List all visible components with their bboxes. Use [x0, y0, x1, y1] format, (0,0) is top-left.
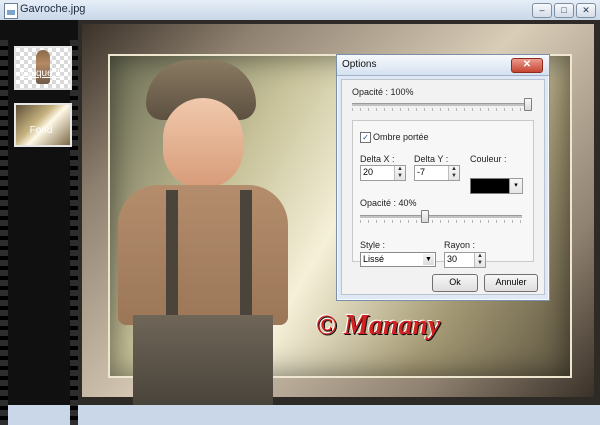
signature-watermark: © Manany — [316, 310, 441, 341]
ok-button[interactable]: Ok — [432, 274, 478, 292]
delta-y-spinbox[interactable]: -7 ▲ ▼ — [414, 165, 460, 181]
suspender-right — [240, 190, 252, 325]
delta-y-spin-arrows[interactable]: ▲ ▼ — [448, 166, 459, 180]
color-label: Couleur : — [470, 154, 507, 164]
radius-label: Rayon : — [444, 240, 476, 250]
opacity-slider-ticks — [352, 108, 528, 111]
delta-x-spin-arrows[interactable]: ▲ ▼ — [394, 166, 405, 180]
layers-panel: Calque 1 Fond — [0, 20, 78, 425]
image-file-icon — [4, 3, 18, 19]
face-shape — [163, 98, 243, 188]
trousers-shape — [133, 315, 273, 405]
filmstrip-edge-left — [0, 40, 8, 425]
window-title: Gavroche.jpg — [20, 3, 86, 15]
delta-y-value: -7 — [417, 167, 426, 177]
style-dropdown-value: Lissé — [363, 254, 385, 264]
shadow-opacity-label: Opacité : 40% — [360, 198, 417, 208]
delta-x-value: 20 — [363, 167, 374, 177]
radius-spin-arrows[interactable]: ▲ ▼ — [474, 253, 485, 267]
dialog-titlebar: Options ✕ — [337, 55, 549, 76]
options-dialog: Options ✕ Opacité : 100% ✓ Ombre portée … — [336, 54, 550, 301]
suspender-left — [166, 190, 178, 325]
minimize-button[interactable]: – — [532, 3, 552, 18]
opacity-slider-track — [352, 103, 528, 106]
opacity-slider[interactable] — [352, 98, 532, 111]
window-titlebar: Gavroche.jpg – □ ✕ — [0, 0, 600, 21]
shirt-shape — [118, 185, 288, 325]
shadow-opacity-slider-thumb[interactable] — [420, 210, 429, 223]
boy-image — [108, 50, 298, 405]
delta-x-spinbox[interactable]: 20 ▲ ▼ — [360, 165, 406, 181]
shadow-opacity-slider-track — [360, 215, 522, 218]
shadow-opacity-slider[interactable] — [360, 210, 522, 223]
opacity-label: Opacité : 100% — [352, 87, 414, 97]
color-dropdown-arrow[interactable]: ▾ — [509, 178, 523, 194]
radius-value: 30 — [447, 254, 458, 264]
cancel-button[interactable]: Annuler — [484, 274, 538, 292]
shadow-checkbox[interactable]: ✓ — [360, 132, 371, 143]
shadow-color-swatch[interactable] — [470, 178, 510, 194]
dialog-body: Opacité : 100% ✓ Ombre portée Delta X : … — [341, 79, 545, 295]
delta-x-label: Delta X : — [360, 154, 395, 164]
chevron-down-icon: ▼ — [423, 254, 434, 265]
shadow-opacity-slider-ticks — [360, 220, 522, 223]
close-button[interactable]: ✕ — [576, 3, 596, 18]
style-label: Style : — [360, 240, 386, 250]
radius-spinbox[interactable]: 30 ▲ ▼ — [444, 252, 486, 268]
layer-label-calque-1[interactable]: Calque 1 — [8, 68, 74, 79]
maximize-button[interactable]: □ — [554, 3, 574, 18]
filmstrip-edge-right — [70, 40, 78, 425]
dialog-close-button[interactable]: ✕ — [511, 58, 543, 73]
opacity-slider-thumb[interactable] — [524, 98, 532, 111]
dialog-title: Options — [342, 59, 377, 70]
shadow-checkbox-label: Ombre portée — [373, 132, 429, 142]
style-dropdown[interactable]: Lissé ▼ — [360, 252, 436, 267]
layer-label-fond[interactable]: Fond — [8, 125, 74, 136]
delta-y-label: Delta Y : — [414, 154, 449, 164]
